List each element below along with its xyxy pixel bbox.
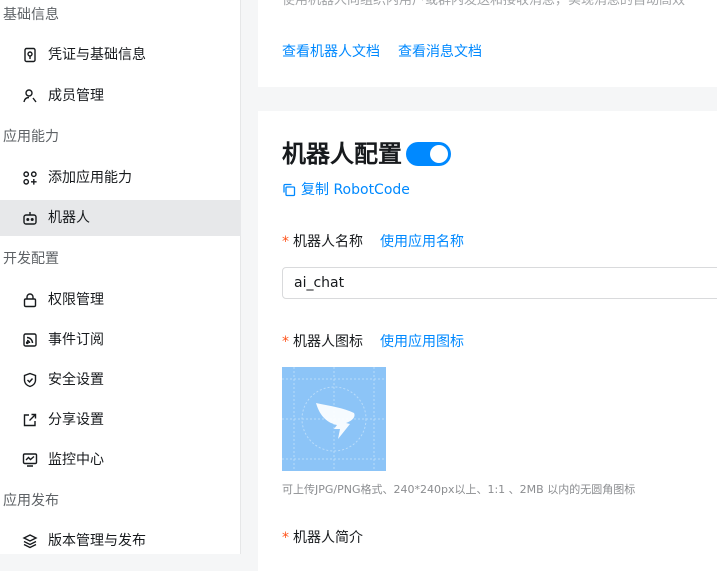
- group-title-app-release: 应用发布: [3, 493, 59, 509]
- required-mark: *: [282, 234, 289, 250]
- use-app-icon-link[interactable]: 使用应用图标: [380, 333, 464, 351]
- robot-name-label: * 机器人名称: [282, 233, 363, 251]
- layers-icon: [22, 533, 38, 549]
- sidebar-item-add-capability[interactable]: 添加应用能力: [0, 160, 241, 196]
- sidebar-item-credentials[interactable]: 凭证与基础信息: [0, 37, 241, 73]
- toggle-knob: [430, 145, 448, 163]
- sidebar-item-share[interactable]: 分享设置: [0, 402, 241, 438]
- robot-intro-label-text: 机器人简介: [293, 530, 363, 546]
- sidebar: 基础信息 凭证与基础信息 成员管理 应用能力 添加应用能力 机器人 开发配置 权…: [0, 0, 241, 554]
- robot-description: 使用机器人向组织内用户或群内发送和接收消息，实现消息的自动高效: [282, 0, 686, 8]
- robot-icon-upload[interactable]: [282, 367, 386, 471]
- sidebar-item-robot[interactable]: 机器人: [0, 200, 241, 236]
- group-title-dev-config: 开发配置: [3, 251, 59, 267]
- sidebar-item-label: 机器人: [48, 210, 90, 226]
- subscription-icon: [22, 332, 38, 348]
- required-mark: *: [282, 334, 289, 350]
- lock-icon: [22, 292, 38, 308]
- copy-robotcode-label: 复制 RobotCode: [301, 182, 410, 198]
- sidebar-item-security[interactable]: 安全设置: [0, 362, 241, 398]
- sidebar-item-label: 凭证与基础信息: [48, 47, 146, 63]
- page-title: 机器人配置: [282, 140, 402, 168]
- sidebar-item-event-subscription[interactable]: 事件订阅: [0, 322, 241, 358]
- use-app-name-link[interactable]: 使用应用名称: [380, 233, 464, 251]
- sidebar-item-label: 分享设置: [48, 412, 104, 428]
- sidebar-item-label: 安全设置: [48, 372, 104, 388]
- sidebar-item-permissions[interactable]: 权限管理: [0, 282, 241, 318]
- dingtalk-logo-icon: [282, 367, 386, 471]
- robot-icon-label: * 机器人图标: [282, 333, 363, 351]
- group-title-basic-info: 基础信息: [3, 7, 59, 23]
- shield-icon: [22, 372, 38, 388]
- monitor-icon: [22, 452, 38, 468]
- sidebar-item-label: 添加应用能力: [48, 170, 132, 186]
- add-capability-icon: [22, 170, 38, 186]
- credential-icon: [22, 47, 38, 63]
- robot-doc-link[interactable]: 查看机器人文档: [282, 43, 380, 61]
- robot-intro-label: * 机器人简介: [282, 529, 363, 547]
- robot-icon: [22, 210, 38, 226]
- required-mark: *: [282, 530, 289, 546]
- sidebar-item-monitor[interactable]: 监控中心: [0, 442, 241, 478]
- share-icon: [22, 412, 38, 428]
- robot-name-input[interactable]: [282, 267, 717, 299]
- icon-upload-hint: 可上传JPG/PNG格式、240*240px以上、1:1 、2MB 以内的无圆角…: [282, 483, 636, 496]
- copy-icon: [282, 183, 296, 197]
- sidebar-item-label: 成员管理: [48, 88, 104, 104]
- robot-name-label-text: 机器人名称: [293, 234, 363, 250]
- sidebar-item-members[interactable]: 成员管理: [0, 78, 241, 114]
- sidebar-item-label: 监控中心: [48, 452, 104, 468]
- message-doc-link[interactable]: 查看消息文档: [398, 43, 482, 61]
- copy-robotcode-button[interactable]: 复制 RobotCode: [282, 181, 410, 199]
- robot-enable-toggle[interactable]: [406, 142, 451, 166]
- sidebar-item-label: 事件订阅: [48, 332, 104, 348]
- group-title-app-capabilities: 应用能力: [3, 129, 59, 145]
- sidebar-item-label: 版本管理与发布: [48, 533, 146, 549]
- sidebar-item-label: 权限管理: [48, 292, 104, 308]
- robot-config-card: 机器人配置 复制 RobotCode * 机器人名称 使用应用名称 * 机器人图…: [258, 111, 717, 571]
- robot-icon-label-text: 机器人图标: [293, 334, 363, 350]
- user-icon: [22, 88, 38, 104]
- robot-doc-card: 使用机器人向组织内用户或群内发送和接收消息，实现消息的自动高效 查看机器人文档 …: [258, 0, 717, 87]
